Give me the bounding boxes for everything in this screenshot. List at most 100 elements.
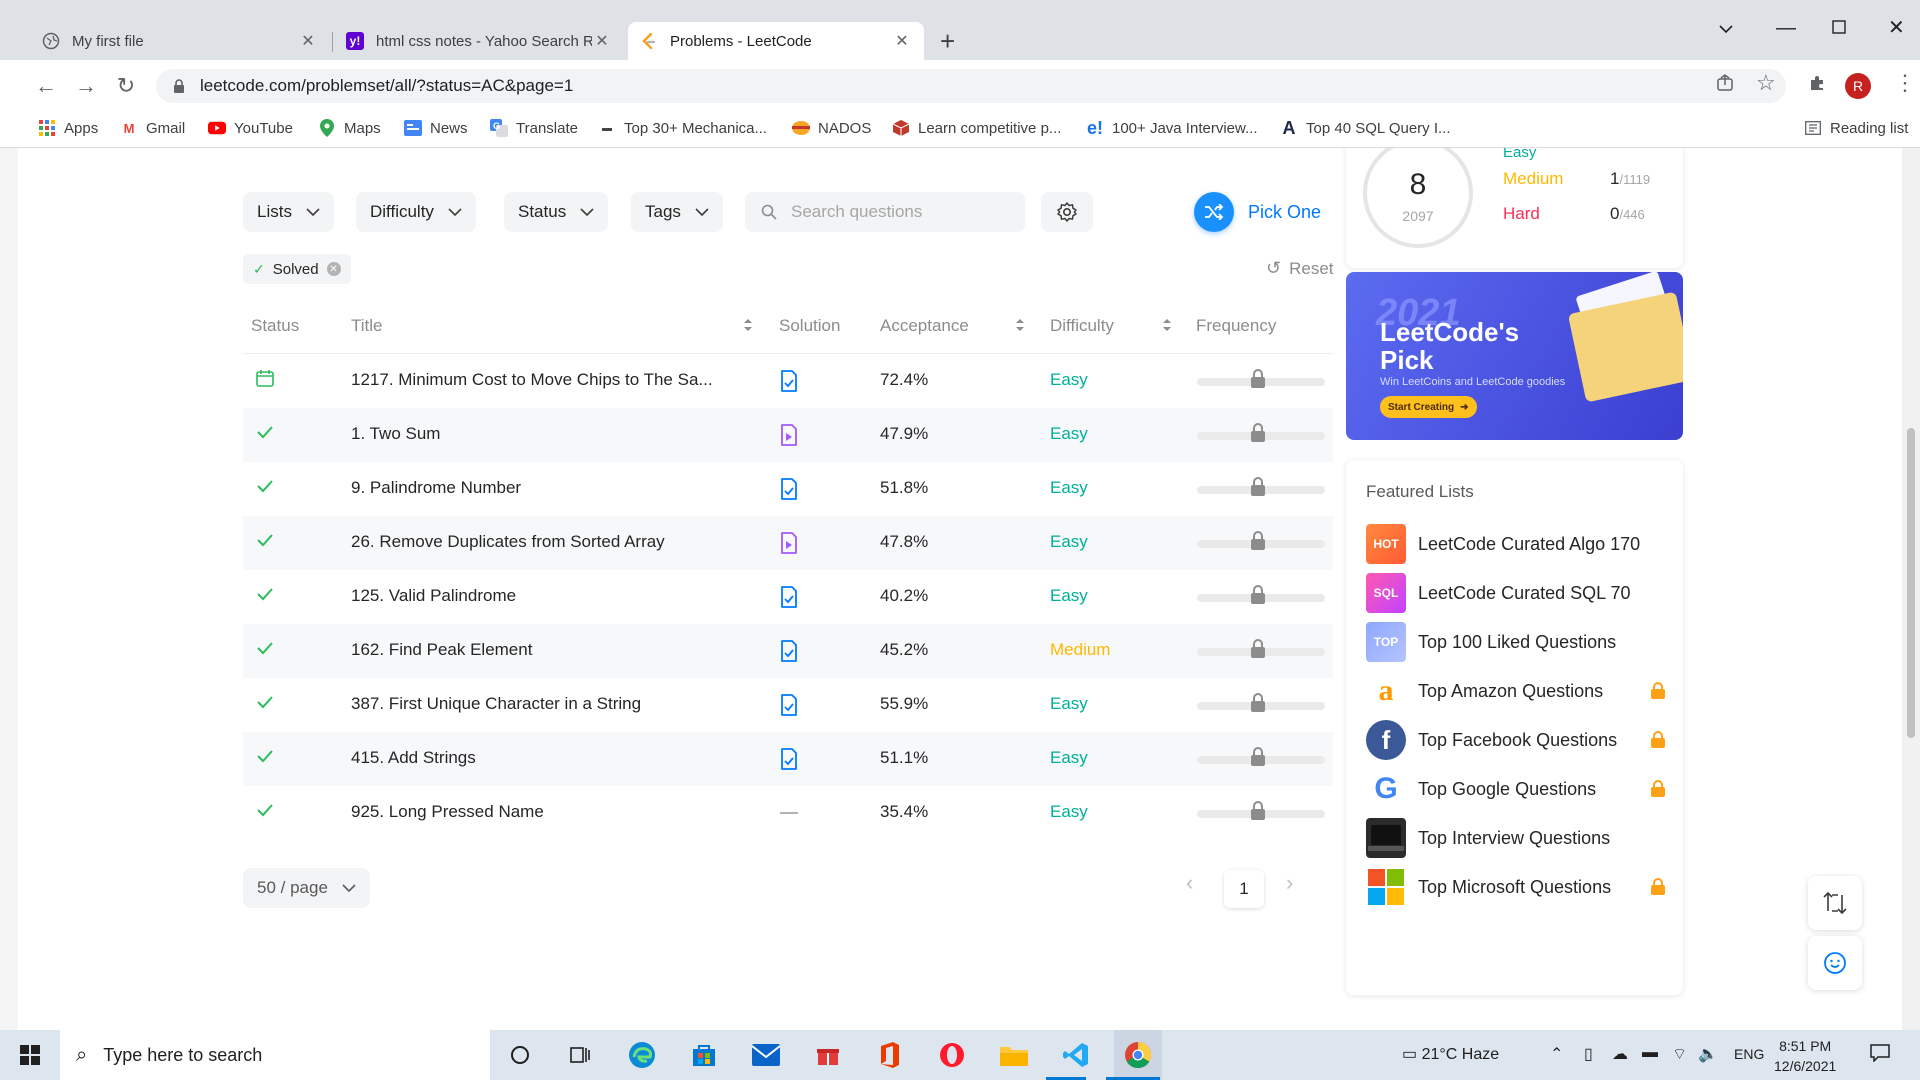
problem-title[interactable]: 162. Find Peak Element (351, 640, 532, 660)
solution-article-icon[interactable] (780, 694, 798, 716)
notifications-icon[interactable] (1870, 1044, 1890, 1067)
lock-icon[interactable] (1249, 692, 1267, 714)
lists-dropdown[interactable]: Lists (243, 192, 334, 232)
col-difficulty[interactable]: Difficulty (1050, 316, 1114, 336)
settings-button[interactable] (1041, 192, 1093, 232)
maximize-icon[interactable] (1832, 14, 1846, 42)
language-indicator[interactable]: ENG (1734, 1046, 1764, 1062)
problem-title[interactable]: 415. Add Strings (351, 748, 476, 768)
volume-icon[interactable]: 🔈 (1698, 1044, 1718, 1064)
page-number-1[interactable]: 1 (1224, 870, 1264, 908)
office-icon[interactable] (874, 1039, 906, 1071)
solution-article-icon[interactable] (780, 478, 798, 500)
bookmark-mechanical[interactable]: ▬ Top 30+ Mechanica... (598, 119, 767, 137)
problem-title[interactable]: 1217. Minimum Cost to Move Chips to The … (351, 370, 713, 390)
featured-list-item[interactable]: a Top Amazon Questions (1366, 671, 1666, 711)
featured-list-item[interactable]: HOT LeetCode Curated Algo 170 (1366, 524, 1666, 564)
table-row[interactable]: 26. Remove Duplicates from Sorted Array 4… (243, 516, 1333, 570)
bookmark-maps[interactable]: Maps (318, 119, 381, 137)
table-row[interactable]: 125. Valid Palindrome 40.2% Easy (243, 570, 1333, 624)
bookmark-youtube[interactable]: YouTube (208, 119, 293, 137)
lock-icon[interactable] (1249, 584, 1267, 606)
table-row[interactable]: 9. Palindrome Number 51.8% Easy (243, 462, 1333, 516)
close-tab-icon[interactable]: ✕ (298, 31, 318, 51)
show-hidden-icons[interactable]: ⌃ (1550, 1044, 1563, 1064)
featured-list-item[interactable]: SQL LeetCode Curated SQL 70 (1366, 573, 1666, 613)
col-acceptance[interactable]: Acceptance (880, 316, 969, 336)
switch-layout-button[interactable] (1808, 876, 1862, 930)
problem-title[interactable]: 387. First Unique Character in a String (351, 694, 641, 714)
gift-app-icon[interactable] (812, 1039, 844, 1071)
lock-icon[interactable] (1249, 746, 1267, 768)
profile-avatar[interactable]: R (1845, 73, 1871, 99)
bookmark-nados[interactable]: NADOS (792, 119, 871, 137)
solution-article-icon[interactable] (780, 748, 798, 770)
file-explorer-icon[interactable] (998, 1039, 1030, 1071)
lock-icon[interactable] (1249, 476, 1267, 498)
prev-page-icon[interactable]: ‹ (1186, 870, 1193, 896)
reading-list-button[interactable]: Reading list (1804, 119, 1908, 137)
solution-article-icon[interactable] (780, 370, 798, 392)
weather-widget[interactable]: ▭ 21°C Haze (1402, 1044, 1499, 1064)
featured-list-item[interactable]: G Top Google Questions (1366, 769, 1666, 809)
featured-list-item[interactable]: TOP Top 100 Liked Questions (1366, 622, 1666, 662)
forward-icon[interactable]: → (72, 72, 100, 100)
col-title[interactable]: Title (351, 316, 383, 336)
page-scrollbar[interactable] (1902, 148, 1920, 1030)
scrollbar-thumb[interactable] (1907, 428, 1915, 738)
task-view-icon[interactable] (564, 1039, 596, 1071)
lock-icon[interactable] (1249, 368, 1267, 390)
problem-title[interactable]: 9. Palindrome Number (351, 478, 521, 498)
next-page-icon[interactable]: › (1286, 870, 1293, 896)
address-bar[interactable]: leetcode.com/problemset/all/?status=AC&p… (156, 69, 1786, 103)
sort-icon[interactable] (1162, 318, 1172, 332)
bookmark-translate[interactable]: G Translate (490, 119, 578, 137)
close-tab-icon[interactable]: ✕ (592, 31, 612, 51)
problem-title[interactable]: 1. Two Sum (351, 424, 440, 444)
edge-icon[interactable] (626, 1039, 658, 1071)
wifi-icon[interactable]: ⌔ (1672, 1044, 1687, 1064)
difficulty-dropdown[interactable]: Difficulty (356, 192, 476, 232)
extensions-icon[interactable] (1808, 74, 1826, 98)
bookmark-gmail[interactable]: M Gmail (120, 119, 186, 137)
tab-leetcode-problems[interactable]: Problems - LeetCode ✕ (628, 22, 924, 60)
bookmark-sql-query[interactable]: A Top 40 SQL Query I... (1280, 118, 1451, 138)
back-icon[interactable]: ← (32, 72, 60, 100)
close-tab-icon[interactable]: ✕ (892, 31, 912, 51)
table-row[interactable]: 1217. Minimum Cost to Move Chips to The … (243, 354, 1333, 408)
chrome-taskbar-icon[interactable] (1114, 1030, 1162, 1080)
search-questions-input[interactable]: Search questions (745, 192, 1025, 232)
solved-filter-chip[interactable]: ✓ Solved ✕ (243, 254, 351, 284)
battery-icon[interactable]: ▬ (1642, 1044, 1658, 1062)
solution-article-icon[interactable] (780, 586, 798, 608)
tab-search-icon[interactable] (1718, 14, 1734, 42)
system-clock[interactable]: 8:51 PM 12/6/2021 (1774, 1036, 1836, 1076)
feedback-button[interactable] (1808, 936, 1862, 990)
bookmark-news[interactable]: News (404, 119, 468, 137)
lock-icon[interactable] (1249, 422, 1267, 444)
reload-icon[interactable]: ↻ (112, 72, 140, 100)
sort-icon[interactable] (743, 318, 753, 332)
featured-list-item[interactable]: Top Microsoft Questions (1366, 867, 1666, 907)
close-window-icon[interactable]: ✕ (1888, 14, 1905, 42)
tab-yahoo-search[interactable]: y! html css notes - Yahoo Search Re ✕ (334, 22, 624, 60)
bookmark-apps[interactable]: Apps (38, 119, 98, 137)
problem-title[interactable]: 125. Valid Palindrome (351, 586, 516, 606)
lock-icon[interactable] (1249, 800, 1267, 822)
tab-my-first-file[interactable]: My first file ✕ (30, 22, 330, 60)
table-row[interactable]: 387. First Unique Character in a String 5… (243, 678, 1333, 732)
remove-chip-icon[interactable]: ✕ (326, 262, 341, 276)
lock-icon[interactable] (1249, 530, 1267, 552)
pick-one-button[interactable]: Pick One (1194, 192, 1321, 232)
windows-start-icon[interactable] (14, 1039, 46, 1071)
new-tab-icon[interactable]: + (940, 27, 955, 55)
status-dropdown[interactable]: Status (504, 192, 609, 232)
onedrive-icon[interactable]: ☁ (1612, 1044, 1628, 1064)
problem-title[interactable]: 26. Remove Duplicates from Sorted Array (351, 532, 665, 552)
taskbar-search-box[interactable]: ⌕ Type here to search (60, 1030, 490, 1080)
featured-list-item[interactable]: Top Interview Questions (1366, 818, 1666, 858)
table-row[interactable]: 415. Add Strings 51.1% Easy (243, 732, 1333, 786)
lock-icon[interactable] (1249, 638, 1267, 660)
share-icon[interactable] (1716, 74, 1734, 98)
menu-kebab-icon[interactable]: ⋮ (1894, 70, 1916, 96)
